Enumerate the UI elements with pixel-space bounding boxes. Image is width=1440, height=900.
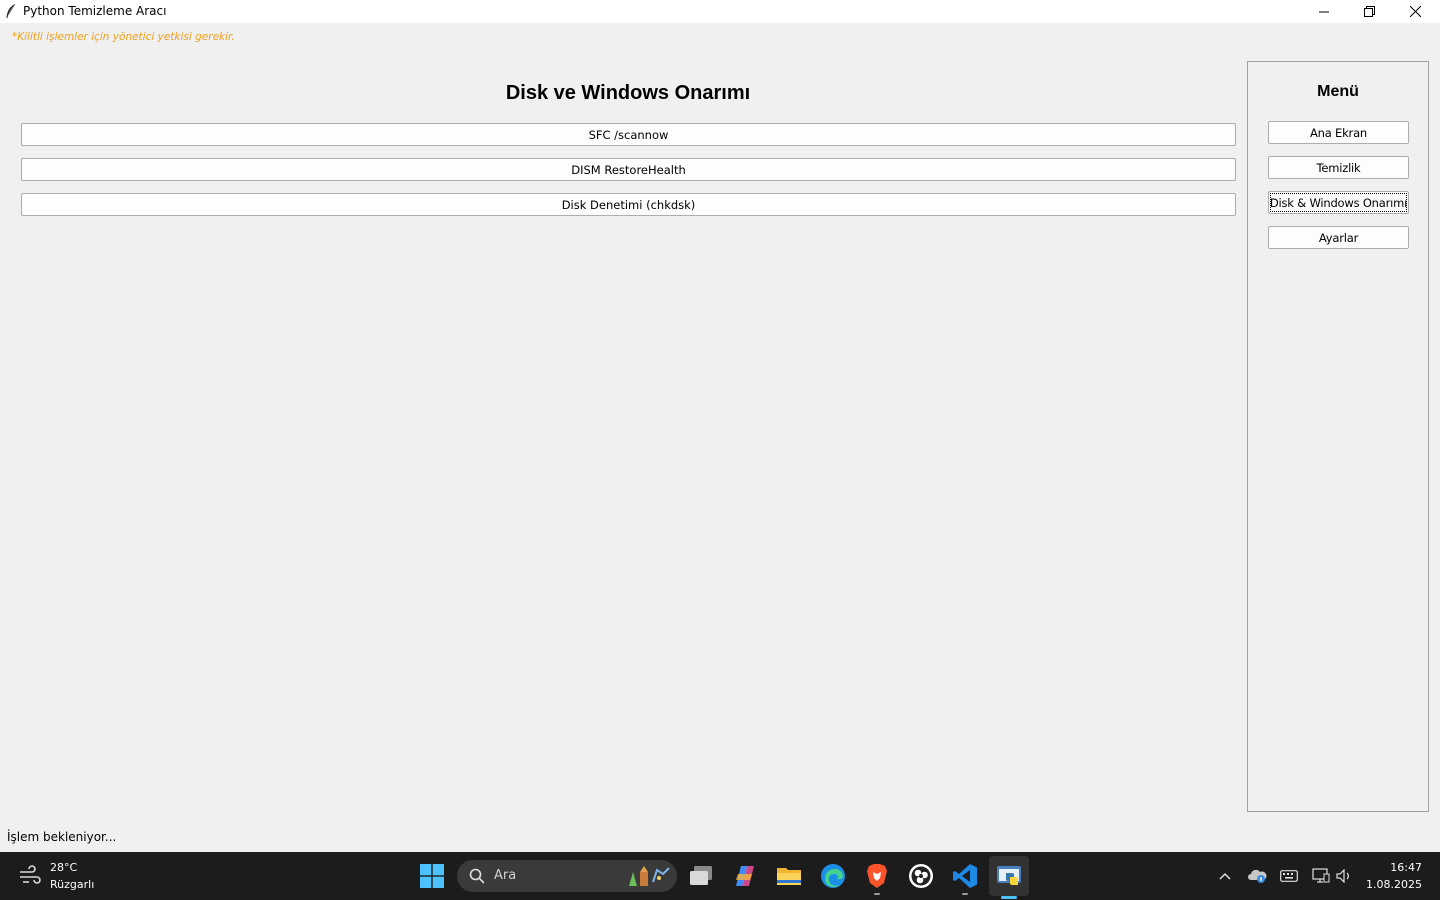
- close-icon: [1409, 6, 1421, 17]
- taskbar: 28°C Rüzgarlı Ara 16:47 1.08.2025: [0, 852, 1440, 900]
- admin-warning: *Kilitli işlemler için yönetici yetkisi …: [12, 31, 235, 43]
- active-app-indicator: [1001, 896, 1017, 899]
- title-bar[interactable]: Python Temizleme Aracı: [0, 0, 1440, 23]
- minimize-icon: [1319, 11, 1329, 12]
- close-button[interactable]: [1392, 0, 1438, 23]
- search-icon: [469, 868, 485, 888]
- obs-studio-icon[interactable]: [905, 860, 937, 892]
- edge-browser-icon[interactable]: [817, 860, 849, 892]
- weather-description[interactable]: Rüzgarlı: [50, 878, 94, 891]
- feather-icon: [5, 3, 17, 19]
- volume-icon[interactable]: [1335, 866, 1355, 886]
- dism-restorehealth-button[interactable]: DISM RestoreHealth: [21, 158, 1236, 181]
- vscode-icon[interactable]: [949, 860, 981, 895]
- sidebar-menu: Menü Ana Ekran Temizlik Disk & Windows O…: [1247, 61, 1429, 812]
- chkdsk-button[interactable]: Disk Denetimi (chkdsk): [21, 193, 1236, 216]
- sidebar-item-settings[interactable]: Ayarlar: [1268, 226, 1409, 249]
- clock-date[interactable]: 1.08.2025: [1360, 878, 1422, 891]
- file-explorer-icon[interactable]: [773, 860, 805, 892]
- copilot-icon[interactable]: [729, 860, 761, 892]
- running-indicator: [874, 893, 880, 895]
- taskbar-search[interactable]: Ara: [457, 860, 677, 892]
- window-title: Python Temizleme Aracı: [23, 4, 167, 18]
- status-text: İşlem bekleniyor...: [7, 830, 117, 844]
- task-view-icon[interactable]: [685, 860, 717, 892]
- chevron-up-icon[interactable]: [1215, 866, 1235, 886]
- restore-button[interactable]: [1346, 0, 1392, 23]
- sfc-scannow-button[interactable]: SFC /scannow: [21, 123, 1236, 146]
- menu-title: Menü: [1317, 83, 1359, 100]
- sidebar-item-cleanup[interactable]: Temizlik: [1268, 156, 1409, 179]
- restore-icon: [1363, 6, 1375, 17]
- keyboard-icon[interactable]: [1279, 866, 1299, 886]
- minimize-button[interactable]: [1301, 0, 1347, 23]
- sidebar-item-disk-repair[interactable]: Disk & Windows Onarımı: [1268, 191, 1409, 214]
- onedrive-icon[interactable]: [1247, 866, 1267, 886]
- search-placeholder: Ara: [494, 868, 517, 883]
- search-highlight-icon: [623, 864, 673, 888]
- clock-time[interactable]: 16:47: [1360, 861, 1422, 874]
- weather-temperature[interactable]: 28°C: [50, 861, 77, 874]
- python-tk-icon[interactable]: [993, 860, 1025, 892]
- brave-browser-icon[interactable]: [861, 860, 893, 895]
- running-indicator: [962, 893, 968, 895]
- wind-icon[interactable]: [18, 865, 42, 891]
- network-icon[interactable]: [1311, 866, 1331, 886]
- sidebar-item-home[interactable]: Ana Ekran: [1268, 121, 1409, 144]
- windows-start-icon[interactable]: [420, 864, 444, 888]
- page-title: Disk ve Windows Onarımı: [505, 82, 751, 104]
